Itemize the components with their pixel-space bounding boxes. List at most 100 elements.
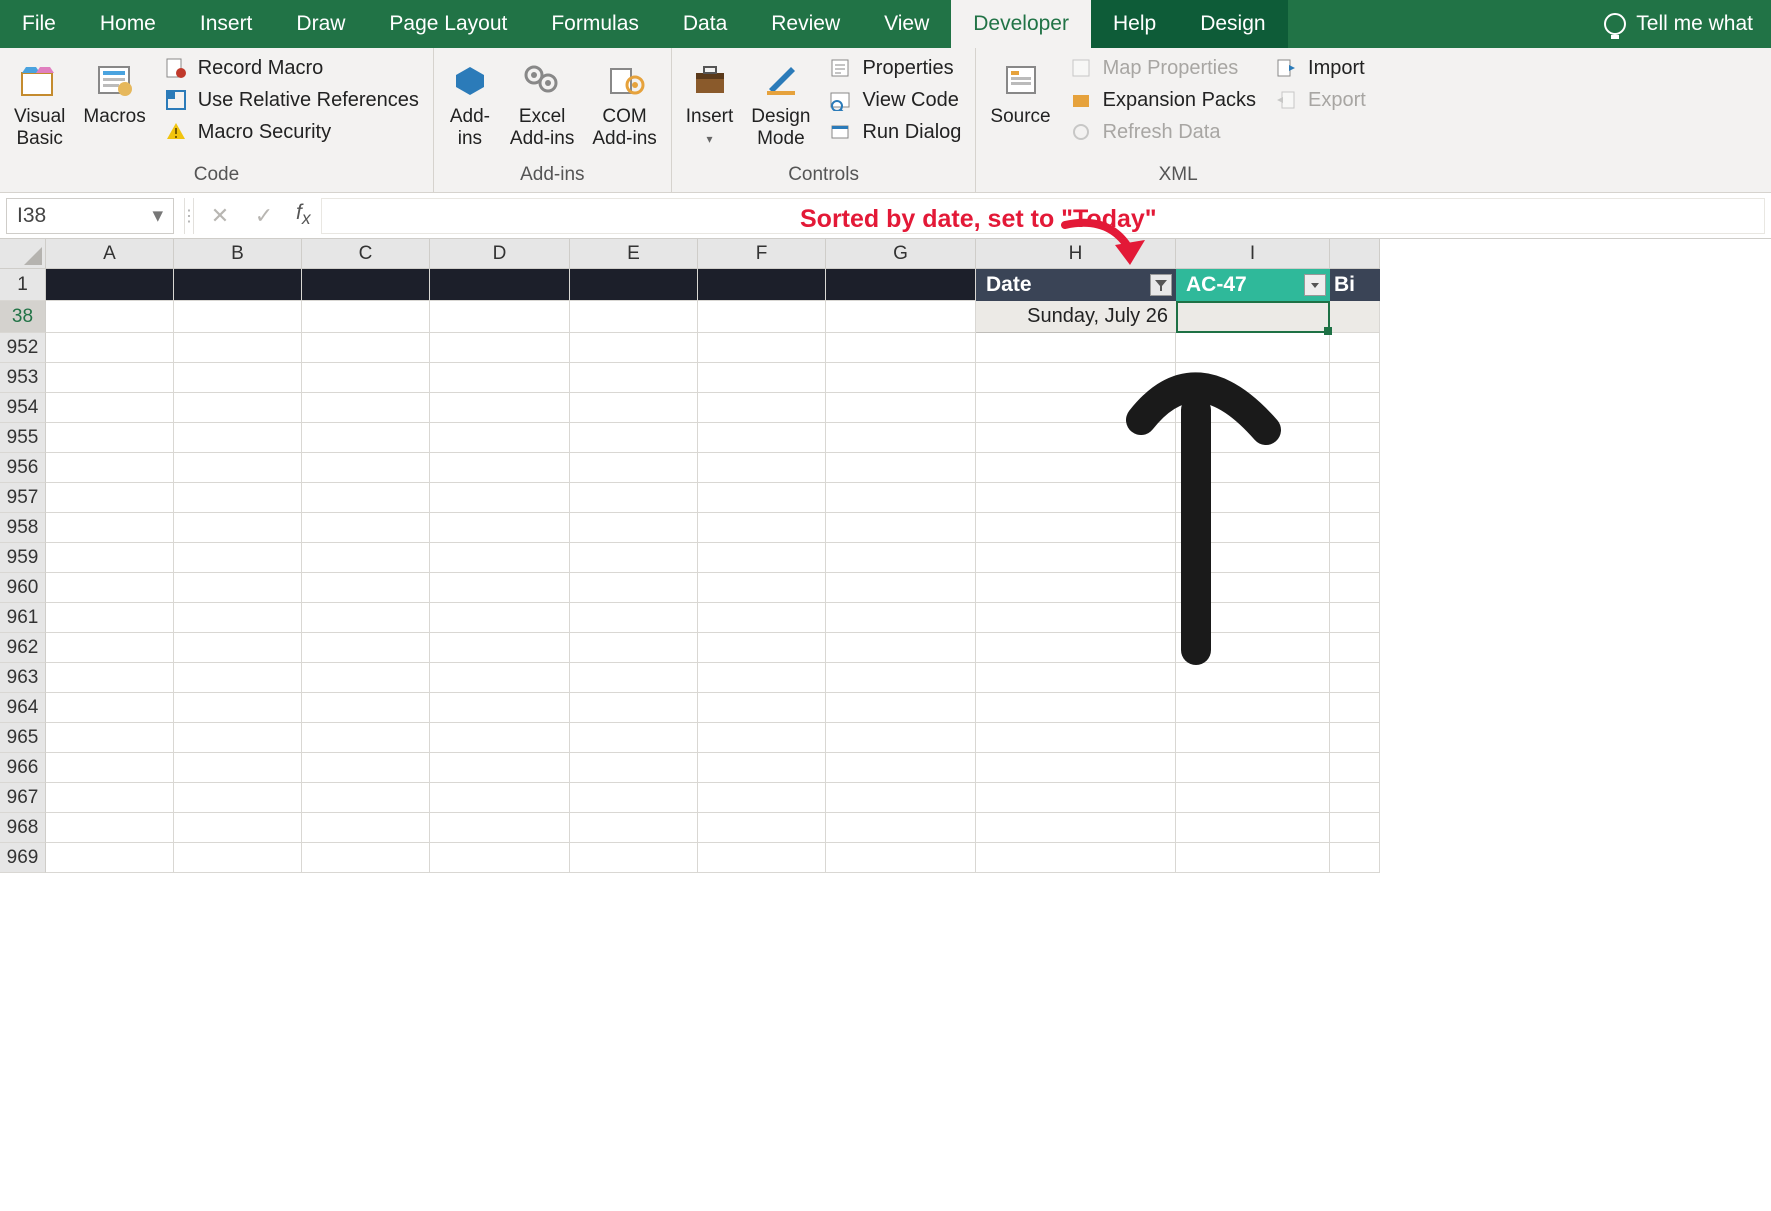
row-header-954[interactable]: 954 bbox=[0, 393, 46, 423]
cell[interactable] bbox=[826, 603, 976, 633]
cell[interactable] bbox=[698, 843, 826, 873]
cell[interactable] bbox=[698, 663, 826, 693]
cell[interactable] bbox=[570, 813, 698, 843]
row-header-961[interactable]: 961 bbox=[0, 603, 46, 633]
col-header-E[interactable]: E bbox=[570, 239, 698, 269]
cell[interactable] bbox=[46, 603, 174, 633]
cell[interactable] bbox=[1176, 813, 1330, 843]
cell-A1[interactable] bbox=[46, 269, 174, 301]
cell[interactable] bbox=[430, 633, 570, 663]
cell[interactable] bbox=[1330, 393, 1380, 423]
cell[interactable] bbox=[570, 663, 698, 693]
cell[interactable] bbox=[570, 753, 698, 783]
cell[interactable] bbox=[1330, 783, 1380, 813]
run-dialog-button[interactable]: Run Dialog bbox=[828, 120, 961, 144]
spreadsheet-grid[interactable]: A B C D E F G H I 1 Date AC-47 Bi bbox=[0, 239, 1771, 873]
source-button[interactable]: Source bbox=[990, 54, 1050, 128]
cell[interactable] bbox=[46, 453, 174, 483]
cell[interactable] bbox=[302, 513, 430, 543]
cell[interactable] bbox=[570, 333, 698, 363]
cell[interactable] bbox=[570, 363, 698, 393]
cell[interactable] bbox=[698, 393, 826, 423]
cell[interactable] bbox=[698, 603, 826, 633]
row-header-953[interactable]: 953 bbox=[0, 363, 46, 393]
cell[interactable] bbox=[698, 753, 826, 783]
design-mode-button[interactable]: Design Mode bbox=[751, 54, 810, 150]
cell[interactable] bbox=[698, 423, 826, 453]
col-header-J[interactable] bbox=[1330, 239, 1380, 269]
cell[interactable] bbox=[1330, 573, 1380, 603]
cell[interactable] bbox=[174, 423, 302, 453]
cell[interactable] bbox=[174, 633, 302, 663]
excel-addins-button[interactable]: Excel Add-ins bbox=[510, 54, 574, 150]
cell[interactable] bbox=[826, 423, 976, 453]
cell-B38[interactable] bbox=[174, 301, 302, 333]
cell[interactable] bbox=[570, 453, 698, 483]
cell-E38[interactable] bbox=[570, 301, 698, 333]
cell[interactable] bbox=[698, 693, 826, 723]
row-header-967[interactable]: 967 bbox=[0, 783, 46, 813]
properties-button[interactable]: Properties bbox=[828, 56, 961, 80]
cell[interactable] bbox=[302, 333, 430, 363]
cell[interactable] bbox=[46, 423, 174, 453]
cell[interactable] bbox=[1330, 663, 1380, 693]
tab-review[interactable]: Review bbox=[749, 0, 862, 48]
tab-file[interactable]: File bbox=[0, 0, 78, 48]
cell[interactable] bbox=[302, 363, 430, 393]
tab-formulas[interactable]: Formulas bbox=[529, 0, 661, 48]
cell[interactable] bbox=[698, 783, 826, 813]
name-box-dropdown-icon[interactable]: ▾ bbox=[152, 203, 163, 228]
cell-G1[interactable] bbox=[826, 269, 976, 301]
cell[interactable] bbox=[174, 333, 302, 363]
col-header-B[interactable]: B bbox=[174, 239, 302, 269]
cell[interactable] bbox=[698, 813, 826, 843]
row-header-969[interactable]: 969 bbox=[0, 843, 46, 873]
cell[interactable] bbox=[1330, 603, 1380, 633]
expansion-packs-button[interactable]: Expansion Packs bbox=[1069, 88, 1256, 112]
cell[interactable] bbox=[698, 363, 826, 393]
cell[interactable] bbox=[826, 753, 976, 783]
cell[interactable] bbox=[570, 723, 698, 753]
cell[interactable] bbox=[570, 843, 698, 873]
cell[interactable] bbox=[46, 543, 174, 573]
cell[interactable] bbox=[826, 723, 976, 753]
cell[interactable] bbox=[698, 573, 826, 603]
tab-view[interactable]: View bbox=[862, 0, 951, 48]
cell[interactable] bbox=[174, 813, 302, 843]
cell[interactable] bbox=[430, 543, 570, 573]
col-header-I[interactable]: I bbox=[1176, 239, 1330, 269]
row-header-959[interactable]: 959 bbox=[0, 543, 46, 573]
visual-basic-button[interactable]: Visual Basic bbox=[14, 54, 65, 150]
cell[interactable] bbox=[302, 663, 430, 693]
name-box[interactable]: I38 ▾ bbox=[6, 198, 174, 234]
row-header-966[interactable]: 966 bbox=[0, 753, 46, 783]
cell-J38[interactable] bbox=[1330, 301, 1380, 333]
cell[interactable] bbox=[430, 663, 570, 693]
cell[interactable] bbox=[698, 543, 826, 573]
use-relative-button[interactable]: Use Relative References bbox=[164, 88, 419, 112]
cell[interactable] bbox=[826, 543, 976, 573]
cell[interactable] bbox=[826, 363, 976, 393]
cell-D38[interactable] bbox=[430, 301, 570, 333]
cell[interactable] bbox=[430, 423, 570, 453]
import-button[interactable]: Import bbox=[1274, 56, 1366, 80]
cell[interactable] bbox=[430, 783, 570, 813]
cell[interactable] bbox=[430, 333, 570, 363]
cell[interactable] bbox=[826, 483, 976, 513]
cell[interactable] bbox=[1330, 423, 1380, 453]
cell[interactable] bbox=[302, 483, 430, 513]
cell[interactable] bbox=[1330, 693, 1380, 723]
cell[interactable] bbox=[430, 393, 570, 423]
cell[interactable] bbox=[698, 453, 826, 483]
row-header-968[interactable]: 968 bbox=[0, 813, 46, 843]
filter-icon[interactable] bbox=[1150, 274, 1172, 296]
view-code-button[interactable]: View Code bbox=[828, 88, 961, 112]
tab-developer[interactable]: Developer bbox=[951, 0, 1091, 48]
row-header-962[interactable]: 962 bbox=[0, 633, 46, 663]
cell[interactable] bbox=[698, 333, 826, 363]
cell[interactable] bbox=[302, 603, 430, 633]
cell[interactable] bbox=[430, 363, 570, 393]
cell[interactable] bbox=[46, 483, 174, 513]
cell[interactable] bbox=[302, 813, 430, 843]
cell[interactable] bbox=[826, 333, 976, 363]
